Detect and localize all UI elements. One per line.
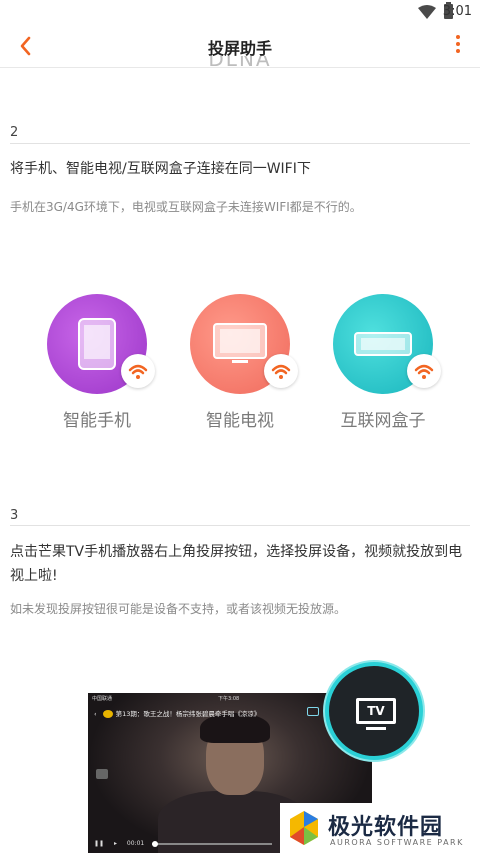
step-description: 手机在3G/4G环境下，电视或互联网盒子未连接WIFI都是不行的。 bbox=[10, 200, 362, 214]
step-title: 将手机、智能电视/互联网盒子连接在同一WIFI下 bbox=[10, 161, 311, 177]
brand-name: 极光软件园 bbox=[328, 815, 444, 840]
carrier-text: 中国联通 bbox=[92, 696, 113, 702]
settop-box-icon bbox=[354, 332, 412, 356]
more-vertical-icon[interactable] bbox=[454, 35, 462, 57]
elapsed-time: 00:01 bbox=[126, 840, 145, 847]
wifi-icon bbox=[128, 364, 148, 379]
tv-icon bbox=[213, 323, 267, 363]
channel-avatar bbox=[102, 710, 113, 718]
episode-title: 第13期：歌王之战！杨宗纬张碧晨牵手唱《凉凉》 bbox=[115, 710, 261, 718]
lock-icon[interactable] bbox=[96, 769, 108, 779]
step-number: 3 bbox=[10, 508, 19, 523]
divider bbox=[10, 525, 470, 526]
divider bbox=[10, 143, 470, 144]
step-number: 2 bbox=[10, 125, 19, 140]
wifi-badge bbox=[264, 354, 298, 388]
wifi-badge bbox=[407, 354, 441, 388]
box-circle bbox=[333, 294, 441, 394]
wifi-icon bbox=[271, 364, 291, 379]
wifi-icon bbox=[414, 364, 434, 379]
tv-icon: TV bbox=[356, 698, 396, 724]
aurora-logo-icon bbox=[290, 811, 318, 845]
device-label: 智能电视 bbox=[206, 411, 274, 431]
section-heading-partial: DLNA bbox=[208, 56, 272, 71]
step-title: 点击芒果TV手机播放器右上角投屏按钮，选择投屏设备，视频就投放到电视上啦! bbox=[10, 544, 463, 584]
tv-cast-button[interactable]: TV bbox=[325, 662, 423, 760]
watermark: 极光软件园 AURORA SOFTWARE PARK bbox=[280, 803, 480, 853]
back-arrow-icon[interactable]: ‹ bbox=[94, 710, 97, 718]
pause-icon[interactable]: ❚❚ bbox=[94, 840, 104, 847]
device-label: 智能手机 bbox=[63, 411, 131, 431]
phone-icon bbox=[78, 318, 116, 370]
wifi-icon bbox=[418, 5, 436, 19]
device-box: 互联网盒子 bbox=[313, 294, 453, 431]
preview-clock: 下午3:08 bbox=[218, 696, 240, 702]
next-icon[interactable]: ▸ bbox=[114, 840, 117, 847]
progress-knob[interactable] bbox=[152, 841, 158, 847]
tv-circle bbox=[190, 294, 298, 394]
phone-circle bbox=[47, 294, 155, 394]
device-tv: 智能电视 bbox=[170, 294, 310, 431]
progress-track[interactable] bbox=[152, 843, 272, 845]
status-bar: 3:01 bbox=[0, 0, 480, 24]
step-description: 如未发现投屏按钮很可能是设备不支持，或者该视频无投放源。 bbox=[10, 602, 347, 616]
device-phone: 智能手机 bbox=[27, 294, 167, 431]
status-time: 3:01 bbox=[442, 4, 472, 19]
tv-stand bbox=[366, 727, 386, 730]
cast-icon[interactable] bbox=[307, 707, 319, 716]
device-label: 互联网盒子 bbox=[340, 411, 426, 431]
brand-name-en: AURORA SOFTWARE PARK bbox=[330, 838, 464, 847]
wifi-badge bbox=[121, 354, 155, 388]
